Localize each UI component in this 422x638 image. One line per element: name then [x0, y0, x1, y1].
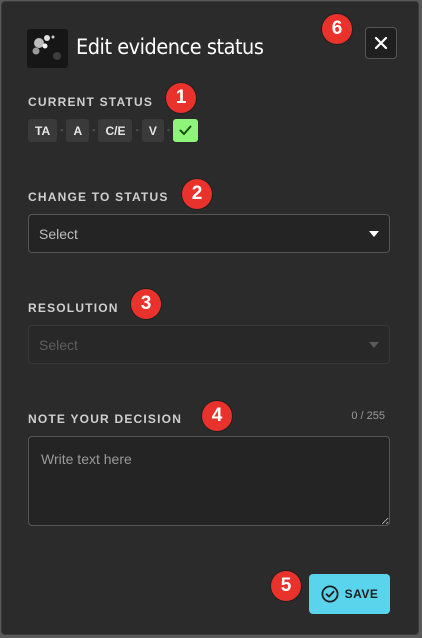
dialog-title: Edit evidence status: [76, 35, 264, 59]
change-status-label: CHANGE TO STATUS: [28, 190, 169, 204]
chip-separator: -: [135, 125, 139, 136]
change-status-placeholder: Select: [39, 225, 78, 242]
annotation-badge-5: 5: [271, 571, 301, 601]
status-chip-active: [173, 119, 199, 142]
status-chip-a: A: [66, 119, 90, 142]
resolution-select[interactable]: Select: [28, 325, 390, 364]
check-circle-icon: [321, 585, 339, 603]
annotation-badge-3: 3: [131, 289, 161, 319]
close-icon: [374, 36, 388, 50]
note-label: NOTE YOUR DECISION: [28, 412, 183, 426]
current-status-chips: TA - A - C/E - V -: [28, 119, 199, 142]
annotation-badge-1: 1: [166, 83, 196, 113]
change-status-select[interactable]: Select: [28, 214, 390, 253]
chip-separator: -: [60, 125, 64, 136]
resolution-label: RESOLUTION: [28, 301, 119, 315]
annotation-badge-2: 2: [182, 179, 212, 209]
chip-separator: -: [92, 125, 96, 136]
character-counter: 0 / 255: [351, 410, 385, 422]
status-chip-ce: C/E: [98, 119, 133, 142]
resolution-placeholder: Select: [39, 336, 78, 353]
status-chip-ta: TA: [28, 119, 58, 142]
annotation-badge-6: 6: [322, 14, 352, 44]
save-button-label: SAVE: [344, 587, 379, 601]
save-button[interactable]: SAVE: [309, 574, 390, 614]
caret-down-icon: [369, 341, 379, 348]
check-icon: [179, 125, 192, 135]
edit-evidence-status-dialog: Edit evidence status CURRENT STATUS TA -…: [1, 1, 419, 635]
annotation-badge-4: 4: [202, 401, 232, 431]
evidence-thumbnail: [27, 29, 68, 68]
close-button[interactable]: [365, 27, 397, 59]
current-status-label: CURRENT STATUS: [28, 95, 154, 109]
note-textarea[interactable]: [28, 436, 390, 526]
chip-separator: -: [166, 125, 171, 136]
caret-down-icon: [369, 230, 379, 237]
status-chip-v: V: [141, 119, 164, 142]
